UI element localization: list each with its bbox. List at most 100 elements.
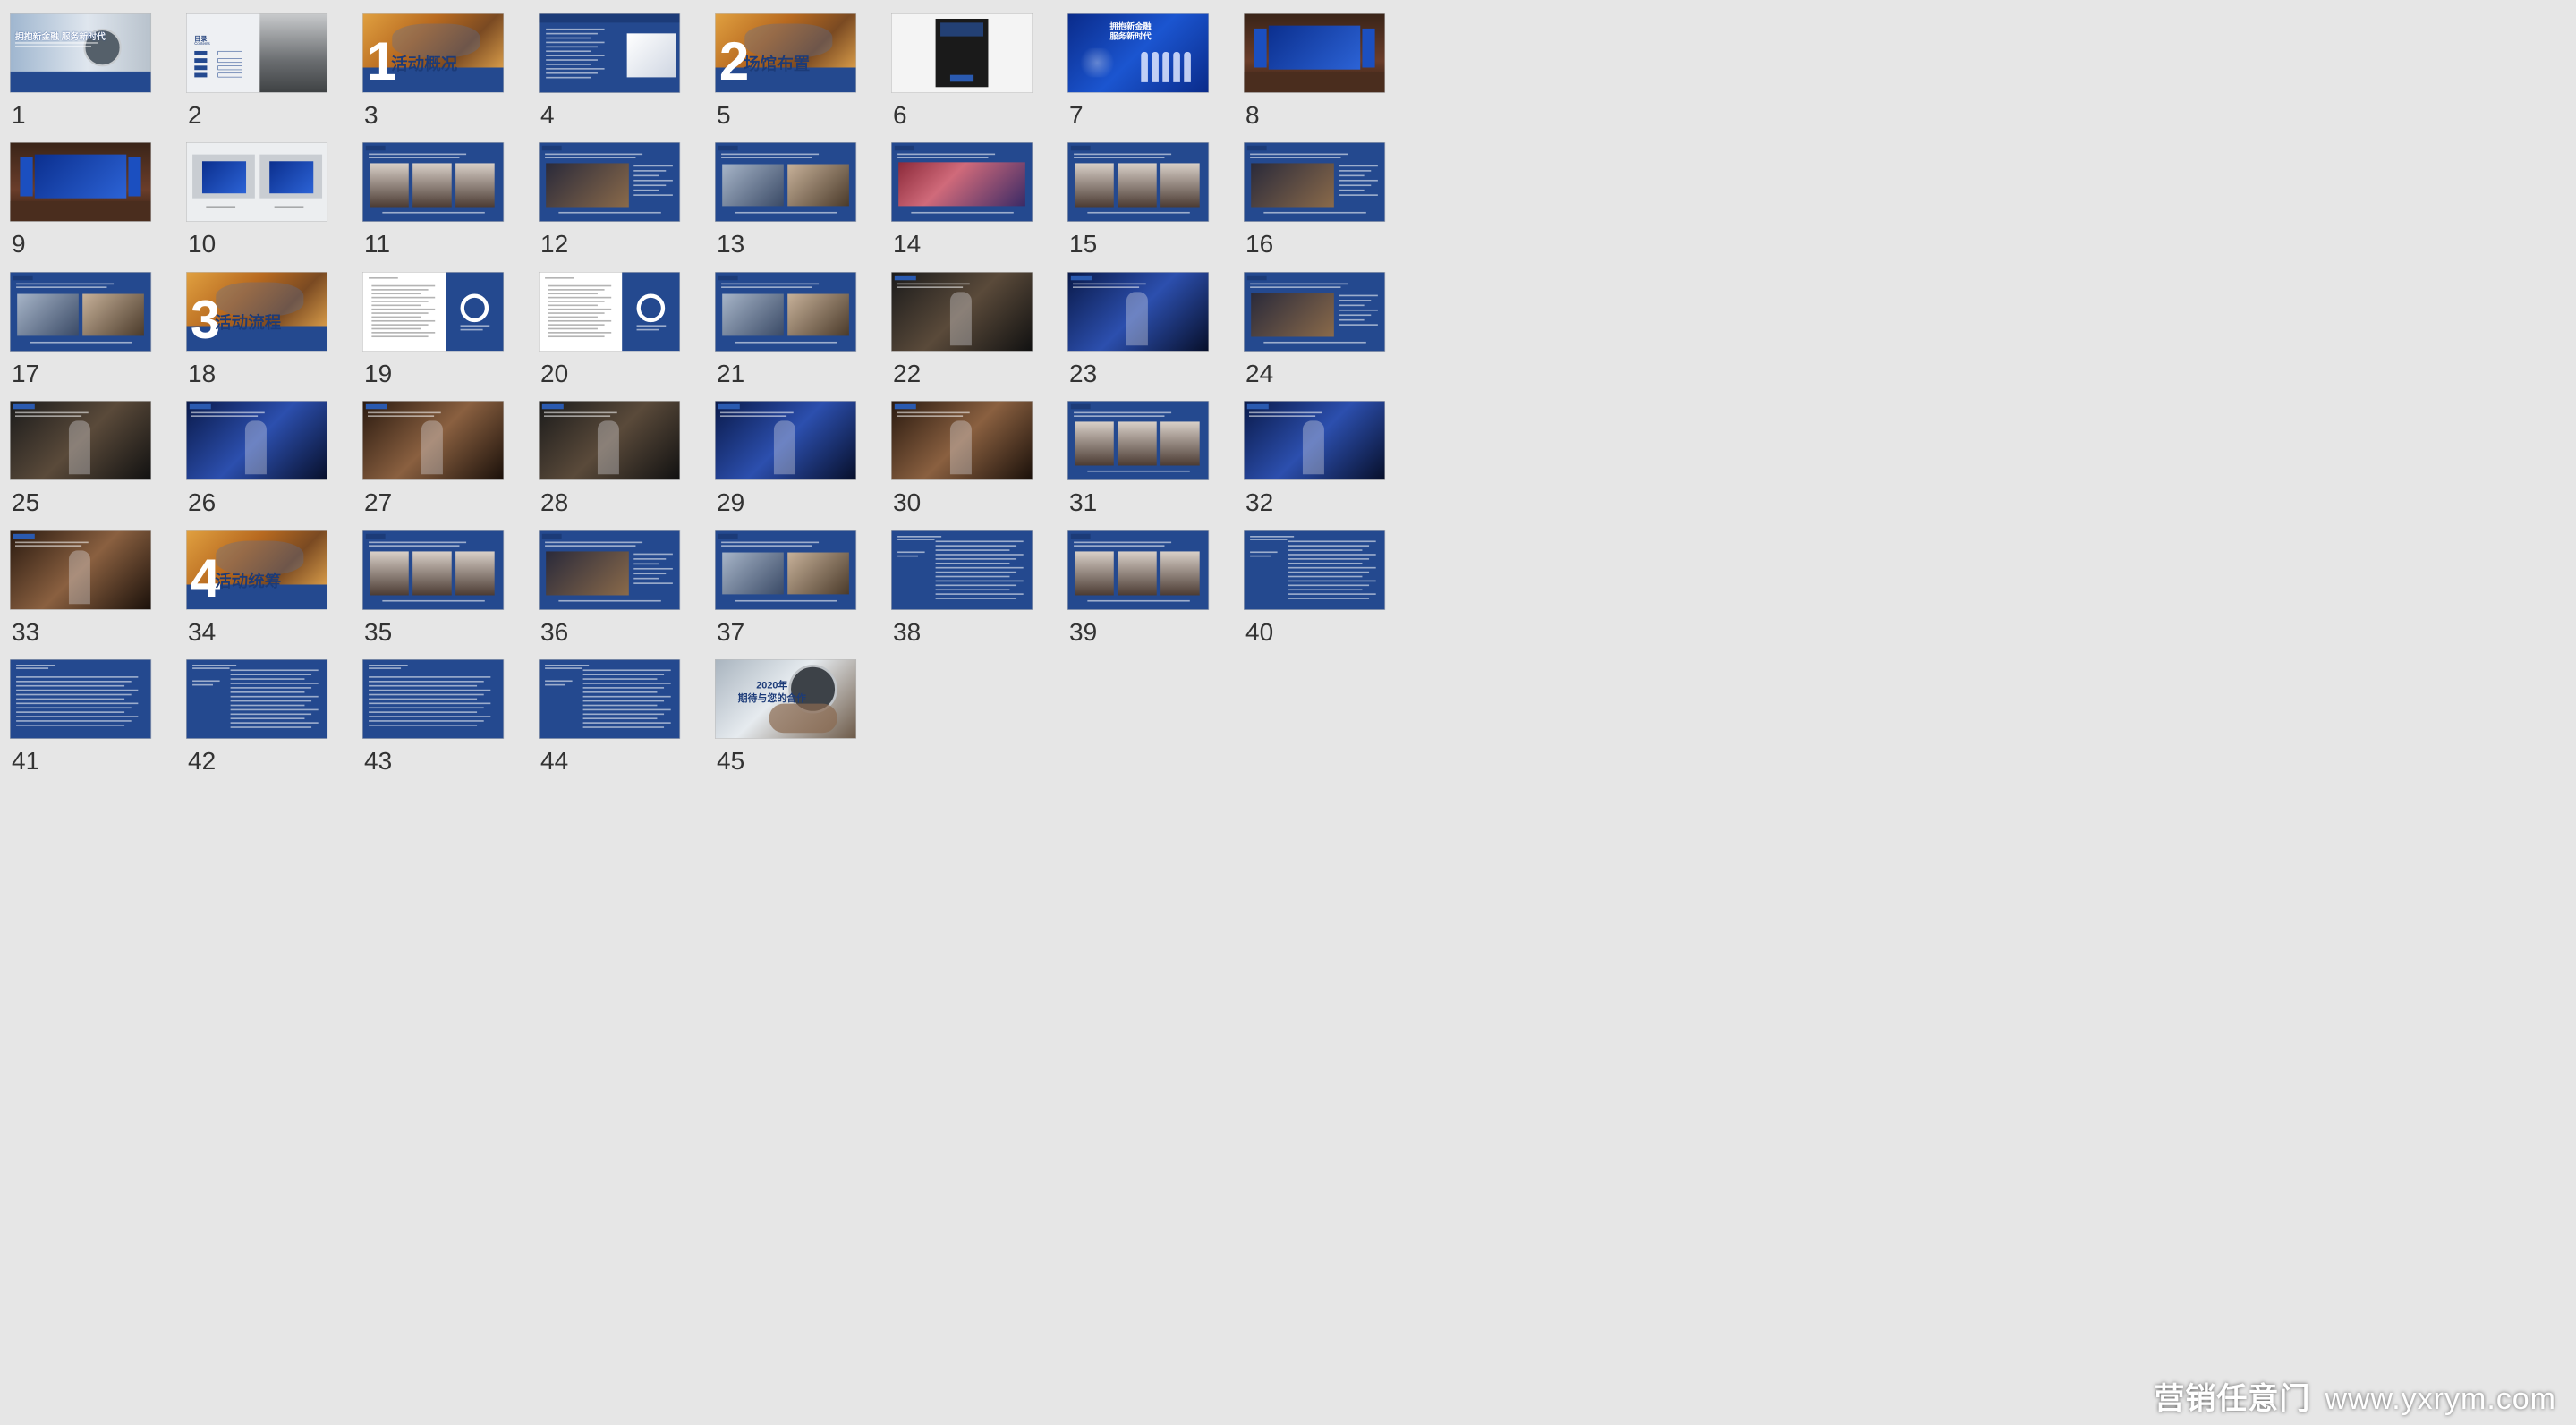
slide-tag xyxy=(1246,145,1267,151)
slide-photo xyxy=(626,33,676,78)
slide-preview[interactable] xyxy=(1244,13,1386,93)
slide-preview[interactable]: 3 活动流程 xyxy=(186,272,328,352)
slide-preview[interactable] xyxy=(1244,142,1386,222)
text-line xyxy=(935,554,1024,556)
slide-preview[interactable] xyxy=(539,530,681,610)
text-line xyxy=(897,157,989,158)
slide-number: 37 xyxy=(717,618,745,646)
slide-number: 39 xyxy=(1069,618,1098,646)
text-line xyxy=(16,664,55,666)
person-silhouette xyxy=(68,550,90,605)
slide-preview[interactable]: 目录 Contents xyxy=(186,13,328,93)
slide-preview[interactable] xyxy=(1067,142,1210,222)
slide-preview[interactable] xyxy=(10,142,152,222)
slide-preview[interactable] xyxy=(891,142,1033,222)
text-line xyxy=(558,211,661,214)
text-line xyxy=(633,184,667,187)
slide-preview[interactable] xyxy=(715,530,857,610)
person-silhouette xyxy=(1302,420,1324,475)
stage-floor xyxy=(10,200,151,222)
slide-preview[interactable]: 拥抱新金融 服务新时代 xyxy=(10,13,152,93)
slide-preview[interactable] xyxy=(539,659,681,739)
text-line xyxy=(371,312,429,314)
slide-preview[interactable] xyxy=(186,659,328,739)
slide-preview[interactable] xyxy=(1244,272,1386,352)
slide-preview[interactable] xyxy=(715,401,857,480)
slide-preview[interactable] xyxy=(891,530,1033,610)
slide-thumbnail[interactable]: 2020年 期待与您的合作 45 xyxy=(715,659,974,805)
person-silhouette xyxy=(244,420,267,475)
slide-tag xyxy=(1070,275,1092,281)
slide-preview[interactable] xyxy=(1244,401,1386,480)
text-line xyxy=(548,316,598,318)
slide-preview[interactable] xyxy=(891,272,1033,352)
text-line xyxy=(935,562,1010,564)
text-line xyxy=(546,37,591,39)
slide-preview[interactable] xyxy=(891,401,1033,480)
slide-preview[interactable] xyxy=(362,530,505,610)
text-line xyxy=(633,194,673,196)
text-line xyxy=(735,211,837,214)
slide-preview[interactable] xyxy=(891,13,1033,93)
slide-preview[interactable] xyxy=(362,272,505,352)
slide-preview[interactable] xyxy=(539,142,681,222)
slide-preview[interactable] xyxy=(1244,530,1386,610)
slide-preview[interactable] xyxy=(539,401,681,480)
slide-thumbnail[interactable]: 16 xyxy=(1244,142,1503,288)
slide-thumbnail[interactable]: 8 xyxy=(1244,13,1503,159)
slide-preview[interactable] xyxy=(715,142,857,222)
text-line xyxy=(548,304,598,307)
slide-preview[interactable]: 2020年 期待与您的合作 xyxy=(715,659,857,739)
slide-preview[interactable] xyxy=(362,401,505,480)
text-line xyxy=(16,283,115,285)
slide-thumbnail[interactable]: 40 xyxy=(1244,530,1503,676)
text-line xyxy=(896,286,964,288)
slide-preview[interactable]: 1 活动概况 xyxy=(362,13,505,93)
slide-photo xyxy=(455,163,495,208)
slide-thumbnail[interactable]: 32 xyxy=(1244,401,1503,547)
slide-number: 9 xyxy=(12,230,26,258)
text-line xyxy=(16,725,125,726)
text-line xyxy=(367,411,441,414)
slide-thumbnail[interactable]: 24 xyxy=(1244,272,1503,418)
slide-preview[interactable] xyxy=(1067,401,1210,480)
text-line xyxy=(14,541,89,544)
text-line xyxy=(1087,470,1190,472)
slide-number: 2 xyxy=(188,101,202,129)
text-line xyxy=(230,687,312,689)
slide-preview[interactable]: 拥抱新金融 服务新时代 xyxy=(1067,13,1210,93)
text-line xyxy=(230,674,312,675)
slide-preview[interactable] xyxy=(186,142,328,222)
poster-figure xyxy=(1173,52,1180,82)
slide-preview[interactable] xyxy=(10,659,152,739)
slide-preview[interactable] xyxy=(186,401,328,480)
slide-number: 40 xyxy=(1245,618,1274,646)
poster-figure xyxy=(1152,52,1159,82)
slide-tag xyxy=(1070,533,1091,539)
slide-photo xyxy=(1075,163,1114,208)
slide-preview[interactable] xyxy=(10,530,152,610)
slide-preview[interactable]: 4 活动统筹 xyxy=(186,530,328,610)
text-line xyxy=(1250,539,1288,540)
slide-preview[interactable] xyxy=(362,142,505,222)
text-line xyxy=(546,55,605,56)
slide-preview[interactable] xyxy=(539,13,681,93)
slide-preview[interactable] xyxy=(1067,530,1210,610)
slide-preview[interactable]: 2 场馆布置 xyxy=(715,13,857,93)
text-line xyxy=(735,341,837,344)
text-line xyxy=(382,599,485,602)
slide-preview[interactable] xyxy=(539,272,681,352)
slide-preview[interactable] xyxy=(10,401,152,480)
text-line xyxy=(369,711,478,713)
slide-preview[interactable] xyxy=(362,659,505,739)
text-line xyxy=(721,545,812,547)
slide-preview[interactable] xyxy=(10,272,152,352)
slide-preview[interactable] xyxy=(1067,272,1210,352)
slide-preview[interactable] xyxy=(715,272,857,352)
text-line xyxy=(16,286,107,288)
text-line xyxy=(16,680,132,683)
slide-number: 11 xyxy=(364,230,391,258)
text-line xyxy=(230,713,312,716)
text-line xyxy=(582,674,665,675)
text-line xyxy=(371,284,436,287)
